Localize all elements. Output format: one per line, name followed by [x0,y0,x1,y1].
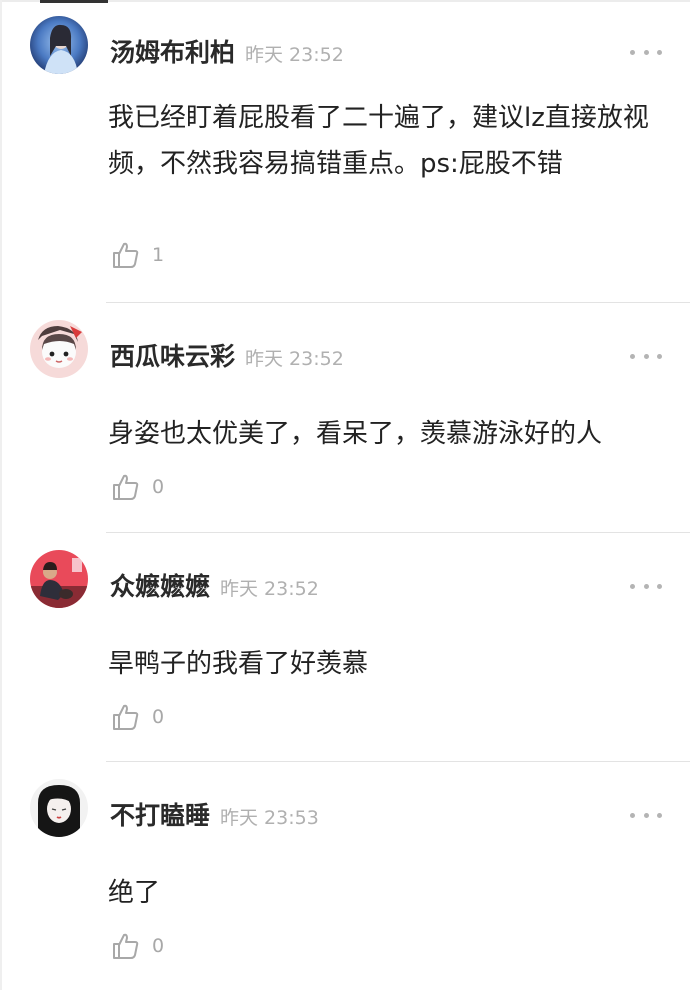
divider [106,532,690,533]
avatar[interactable] [30,550,88,608]
like-count: 0 [152,935,165,957]
more-icon[interactable] [630,805,662,825]
comment-item: 众嬷嬷嬷 昨天 23:52 旱鸭子的我看了好羡慕 0 [0,534,690,762]
like-button[interactable]: 0 [110,702,164,732]
comment-item: 不打瞌睡 昨天 23:53 绝了 0 [0,763,690,990]
more-icon[interactable] [630,42,662,62]
like-button[interactable]: 0 [110,931,164,961]
thumbs-up-icon [113,474,139,500]
like-button[interactable]: 1 [110,240,164,270]
avatar[interactable] [30,779,88,837]
username[interactable]: 汤姆布利柏 昨天 23:52 [110,37,344,71]
timestamp: 昨天 23:53 [220,807,319,829]
comment-text: 身姿也太优美了，看呆了，羡慕游泳好的人 [108,419,603,449]
comment-text: 我已经盯着屁股看了二十遍了，建议lz直接放视频，不然我容易搞错重点。ps:屁股不… [108,103,649,179]
like-count: 1 [152,244,165,266]
more-icon[interactable] [630,576,662,596]
divider [106,302,690,303]
username-text[interactable]: 众嬷嬷嬷 [110,572,210,601]
username-text[interactable]: 西瓜味云彩 [110,342,235,371]
username[interactable]: 众嬷嬷嬷 昨天 23:52 [110,571,319,605]
avatar[interactable] [30,16,88,74]
more-icon[interactable] [630,346,662,366]
comment-text: 旱鸭子的我看了好羡慕 [108,649,369,679]
timestamp: 昨天 23:52 [245,44,344,66]
comment-item: 西瓜味云彩 昨天 23:52 身姿也太优美了，看呆了，羡慕游泳好的人 0 [0,304,690,533]
timestamp: 昨天 23:52 [220,578,319,600]
timestamp: 昨天 23:52 [245,348,344,370]
comment-item: 汤姆布利柏 昨天 23:52 我已经盯着屁股看了二十遍了，建议lz直接放视频，不然… [0,0,690,303]
like-button[interactable]: 0 [110,472,164,502]
like-count: 0 [152,476,165,498]
avatar[interactable] [30,320,88,378]
thumbs-up-icon [113,933,139,959]
username-text[interactable]: 汤姆布利柏 [110,38,235,67]
username[interactable]: 西瓜味云彩 昨天 23:52 [110,341,344,375]
comment-text: 绝了 [108,878,161,908]
username-text[interactable]: 不打瞌睡 [110,801,210,830]
thumbs-up-icon [113,704,139,730]
divider [106,761,690,762]
thumbs-up-icon [113,242,139,268]
like-count: 0 [152,706,165,728]
username[interactable]: 不打瞌睡 昨天 23:53 [110,800,319,834]
